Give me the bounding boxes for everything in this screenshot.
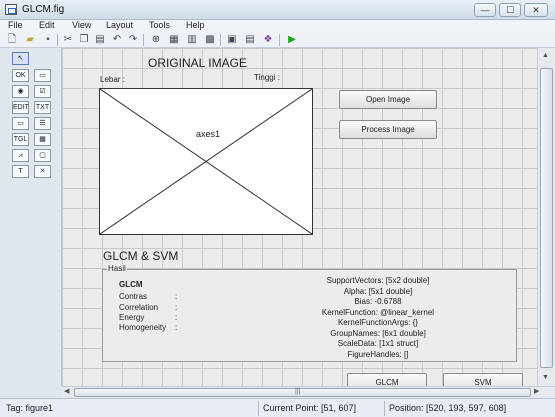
cut-icon[interactable]: ✂ xyxy=(62,34,74,46)
feature-contras-label: Contras xyxy=(119,292,148,301)
static-text-icon[interactable]: TXT xyxy=(34,101,51,114)
feature-contras-colon: : xyxy=(175,292,178,301)
scroll-up-icon[interactable]: ▲ xyxy=(542,52,549,59)
svm-figure-handles: FigureHandles: [] xyxy=(347,349,409,359)
layout-canvas[interactable]: ORIGINAL IMAGE Lebar : Tinggi : axes1 Op… xyxy=(62,48,537,386)
scroll-grip-icon: ||| xyxy=(295,388,301,395)
feature-correlation-label: Correlation xyxy=(119,303,159,312)
feature-energy-colon: : xyxy=(175,313,178,322)
toolbar-editor-icon[interactable]: ▩ xyxy=(204,34,216,46)
close-button[interactable]: ✕ xyxy=(524,3,548,17)
edit-text-icon[interactable]: EDIT xyxy=(12,101,29,114)
tinggi-label: Tinggi : xyxy=(254,73,280,82)
feature-homogeneity-colon: : xyxy=(175,323,178,332)
minimize-button[interactable]: — xyxy=(474,3,496,17)
checkbox-icon[interactable]: ☑ xyxy=(34,85,51,98)
redo-icon[interactable]: ↷ xyxy=(127,34,139,46)
object-browser-icon[interactable]: ❖ xyxy=(262,34,274,46)
title-bar: GLCM.fig — ☐ ✕ xyxy=(0,0,555,20)
guide-app-icon xyxy=(5,4,17,15)
component-palette: ↖ OK ▭ ◉ ☑ EDIT TXT ▭ ☰ TGL ▦ ⩘ ▢ T ✕ xyxy=(0,48,62,386)
push-button-icon[interactable]: OK xyxy=(12,69,29,82)
status-position: Position: [520, 193, 597, 608] xyxy=(389,403,507,413)
maximize-button[interactable]: ☐ xyxy=(499,3,521,17)
glcm-heading: GLCM xyxy=(119,280,143,289)
new-icon[interactable]: 🗋 xyxy=(6,34,18,46)
svm-kernel-function-args: KernelFunctionArgs: {} xyxy=(337,318,419,327)
property-inspector-icon[interactable]: ▤ xyxy=(244,34,256,46)
svm-kernel-function: KernelFunction: @linear_kernel xyxy=(321,307,435,317)
axes1[interactable]: axes1 xyxy=(99,88,313,235)
slider-icon[interactable]: ▭ xyxy=(34,69,51,82)
radio-button-icon[interactable]: ◉ xyxy=(12,85,29,98)
original-image-title: ORIGINAL IMAGE xyxy=(148,56,247,70)
vertical-scroll-thumb[interactable] xyxy=(540,68,553,368)
glcm-svm-title: GLCM & SVM xyxy=(103,249,179,263)
toolbar-separator xyxy=(279,34,280,46)
activex-control-icon[interactable]: ✕ xyxy=(34,165,51,178)
svm-button[interactable]: SVM xyxy=(443,373,523,386)
toolbar: 🗋 ▰ ▪ ✂ ❐ ▤ ↶ ↷ ⊕ ▦ ▥ ▩ ▣ ▤ ❖ ▶ xyxy=(0,32,555,48)
undo-icon[interactable]: ↶ xyxy=(111,34,123,46)
toolbar-separator xyxy=(220,34,221,46)
toolbar-separator xyxy=(57,34,58,46)
listbox-icon[interactable]: ☰ xyxy=(34,117,51,130)
hasil-panel: Hasil GLCM Contras : Correlation : Energ… xyxy=(102,264,517,362)
feature-correlation-colon: : xyxy=(175,303,178,312)
axes-icon[interactable]: ⩘ xyxy=(12,149,29,162)
panel-icon[interactable]: ▢ xyxy=(34,149,51,162)
toolbar-separator xyxy=(143,34,144,46)
lebar-label: Lebar : xyxy=(100,75,125,84)
align-icon[interactable]: ⊕ xyxy=(150,34,162,46)
menu-file[interactable]: File xyxy=(8,20,23,30)
feature-energy-label: Energy xyxy=(119,313,145,322)
svm-alpha: Alpha: [5x1 double] xyxy=(343,286,413,296)
menu-bar: File Edit View Layout Tools Help xyxy=(0,20,555,32)
status-current-point: Current Point: [51, 607] xyxy=(263,403,357,413)
status-divider xyxy=(258,401,259,416)
svm-support-vectors: SupportVectors: [5x2 double] xyxy=(326,276,430,285)
svm-group-names: GroupNames: [6x1 double] xyxy=(330,328,426,338)
mfile-editor-icon[interactable]: ▣ xyxy=(226,34,238,46)
tab-order-icon[interactable]: ▥ xyxy=(186,34,198,46)
vertical-scrollbar[interactable]: ▲ ▼ xyxy=(537,48,555,386)
process-image-button[interactable]: Process Image xyxy=(339,120,437,139)
menu-view[interactable]: View xyxy=(72,20,91,30)
horizontal-scrollbar[interactable]: ◀ ||| ▶ xyxy=(62,386,555,398)
save-icon[interactable]: ▪ xyxy=(42,34,54,46)
horizontal-scroll-thumb[interactable]: ||| xyxy=(74,388,531,397)
open-icon[interactable]: ▰ xyxy=(24,34,36,46)
scroll-right-icon[interactable]: ▶ xyxy=(534,387,539,395)
menu-edit[interactable]: Edit xyxy=(39,20,55,30)
popup-menu-icon[interactable]: ▭ xyxy=(12,117,29,130)
menu-tools[interactable]: Tools xyxy=(149,20,170,30)
menu-layout[interactable]: Layout xyxy=(106,20,133,30)
window-title: GLCM.fig xyxy=(22,4,65,15)
status-divider xyxy=(384,401,385,416)
open-image-button[interactable]: Open Image xyxy=(339,90,437,109)
table-icon[interactable]: ▦ xyxy=(34,133,51,146)
svm-scale-data: ScaleData: [1x1 struct] xyxy=(337,339,419,348)
feature-homogeneity-label: Homogeneity xyxy=(119,323,167,332)
axes-placeholder-cross xyxy=(100,89,312,234)
copy-icon[interactable]: ❐ xyxy=(78,34,90,46)
axes1-label: axes1 xyxy=(194,129,223,139)
toggle-button-icon[interactable]: TGL xyxy=(12,133,29,146)
menu-editor-icon[interactable]: ▦ xyxy=(168,34,180,46)
run-icon[interactable]: ▶ xyxy=(286,34,298,46)
glcm-button[interactable]: GLCM xyxy=(347,373,427,386)
menu-help[interactable]: Help xyxy=(186,20,205,30)
svm-model-summary: SupportVectors: [5x2 double] Alpha: [5x1… xyxy=(303,276,453,360)
svm-bias: Bias: -0.6788 xyxy=(354,297,402,306)
hasil-panel-legend: Hasil xyxy=(107,264,127,273)
button-group-icon[interactable]: T xyxy=(12,165,29,178)
scroll-left-icon[interactable]: ◀ xyxy=(64,387,69,395)
status-tag: Tag: figure1 xyxy=(6,403,54,413)
scroll-down-icon[interactable]: ▼ xyxy=(542,374,549,381)
status-bar: Tag: figure1 Current Point: [51, 607] Po… xyxy=(0,398,555,417)
paste-icon[interactable]: ▤ xyxy=(94,34,106,46)
select-tool-icon[interactable]: ↖ xyxy=(12,52,29,65)
